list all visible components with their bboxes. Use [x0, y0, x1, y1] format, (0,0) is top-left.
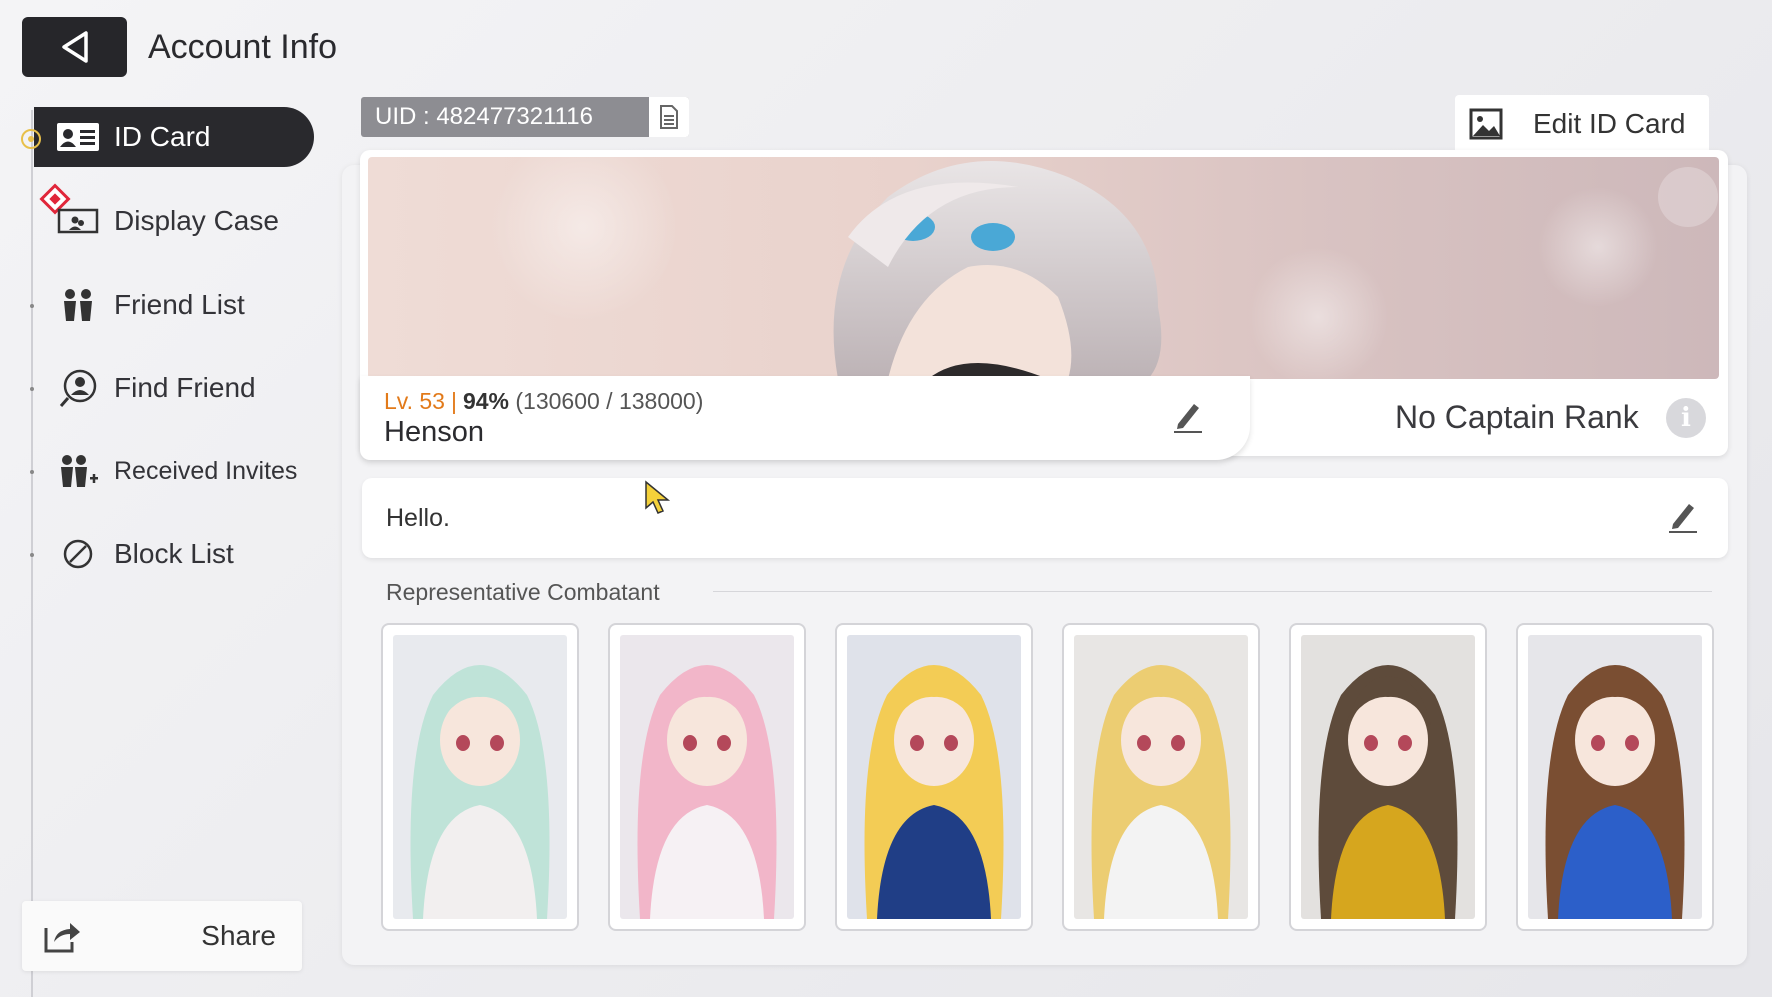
sidebar-item-find-friend[interactable]: Find Friend	[34, 358, 256, 418]
player-level: Lv. 53	[384, 388, 445, 414]
exp-detail: (130600 / 138000)	[515, 388, 704, 414]
sidebar-item-friend-list[interactable]: Friend List	[34, 275, 245, 335]
combatant-portrait	[620, 635, 794, 919]
sidebar-item-label: Received Invites	[114, 456, 298, 485]
copy-document-icon	[660, 105, 678, 129]
image-icon	[1469, 108, 1503, 140]
sidebar-item-label: Display Case	[114, 205, 279, 236]
combatant-card[interactable]	[1062, 623, 1260, 931]
id-card-icon	[54, 117, 102, 157]
combatant-portrait	[1301, 635, 1475, 919]
edit-id-card-button[interactable]: Edit ID Card	[1455, 95, 1709, 153]
sidebar-item-label: Block List	[114, 538, 234, 569]
block-icon	[54, 534, 102, 574]
combatant-portrait	[1528, 635, 1702, 919]
uid-display: UID : 482477321116	[361, 97, 689, 137]
combatant-card[interactable]	[835, 623, 1033, 931]
section-divider	[713, 591, 1712, 592]
greeting-text: Hello.	[386, 504, 450, 532]
uid-text: UID : 482477321116	[375, 103, 593, 130]
copy-uid-button[interactable]	[649, 97, 689, 137]
sidebar-item-label: ID Card	[114, 121, 211, 152]
share-button[interactable]: Share	[22, 901, 302, 971]
sidebar-item-label: Friend List	[114, 289, 245, 320]
combatant-list	[381, 623, 1714, 931]
edit-name-pencil-icon[interactable]	[1170, 398, 1206, 434]
combatant-card[interactable]	[1516, 623, 1714, 931]
level-line: Lv. 53 | 94% (130600 / 138000)	[384, 388, 704, 414]
combatant-card[interactable]	[608, 623, 806, 931]
share-label: Share	[201, 920, 276, 951]
combatant-portrait	[1074, 635, 1248, 919]
combatant-portrait	[393, 635, 567, 919]
search-user-icon	[54, 368, 102, 408]
share-icon	[44, 923, 80, 953]
invite-icon	[54, 451, 102, 491]
sidebar-item-display-case[interactable]: Display Case	[34, 191, 279, 251]
display-case-icon	[54, 201, 102, 241]
combatant-card[interactable]	[381, 623, 579, 931]
captain-rank-text: No Captain Rank	[1395, 399, 1639, 435]
exp-percent: 94%	[462, 388, 509, 414]
combatant-card[interactable]	[1289, 623, 1487, 931]
combatant-portrait	[847, 635, 1021, 919]
sparkle-icon	[21, 129, 41, 149]
edit-greeting-pencil-icon[interactable]	[1665, 498, 1701, 534]
player-name: Henson	[384, 416, 484, 448]
sidebar-item-received-invites[interactable]: Received Invites	[34, 441, 297, 501]
info-icon[interactable]: i	[1666, 398, 1706, 438]
mouse-cursor-icon	[645, 480, 671, 514]
representative-combatant-title: Representative Combatant	[386, 579, 660, 605]
sidebar-item-id-card[interactable]: ID Card	[34, 107, 314, 167]
back-triangle-icon	[61, 31, 88, 63]
edit-id-card-label: Edit ID Card	[1533, 108, 1686, 139]
id-card-banner-image	[368, 157, 1719, 379]
sidebar-item-block-list[interactable]: Block List	[34, 524, 234, 584]
greeting-box: Hello.	[362, 478, 1728, 558]
friends-icon	[54, 285, 102, 325]
sidebar-item-label: Find Friend	[114, 372, 256, 403]
player-level-panel: Lv. 53 | 94% (130600 / 138000) Henson	[360, 376, 1250, 460]
back-button[interactable]	[22, 17, 127, 77]
page-title: Account Info	[148, 28, 338, 66]
